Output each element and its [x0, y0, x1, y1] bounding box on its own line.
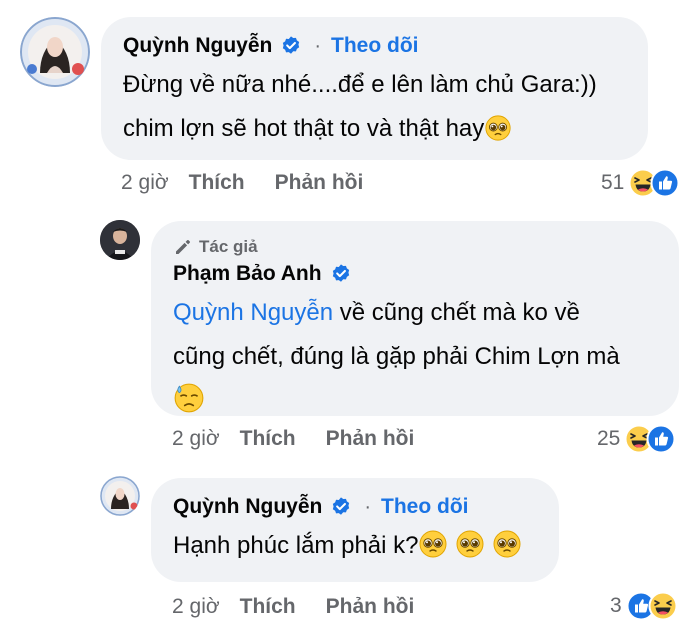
- reaction-count: 3: [610, 594, 622, 617]
- comment-line: cũng chết, đúng là gặp phải Chim Lợn mà: [173, 343, 620, 370]
- avatar[interactable]: [100, 220, 140, 260]
- like-icon: [650, 168, 680, 198]
- comment-time[interactable]: 2 giờ: [121, 171, 169, 195]
- like-button[interactable]: Thích: [189, 171, 245, 195]
- reply-button[interactable]: Phản hồi: [326, 427, 415, 451]
- comment-bubble: Quỳnh Nguyễn · Theo dõi Hạnh phúc lắm ph…: [151, 478, 559, 582]
- haha-icon: [648, 591, 678, 621]
- comment-bubble: Tác giả Phạm Bảo Anh Quỳnh Nguyễn về cũn…: [151, 221, 679, 416]
- verified-badge-icon: [280, 35, 302, 57]
- author-tag-label: Tác giả: [199, 237, 258, 256]
- like-icon: [646, 424, 676, 454]
- reaction-count: 51: [601, 171, 625, 194]
- comment-actions: 2 giờ Thích Phản hồi: [172, 424, 444, 454]
- comment-actions: 2 giờ Thích Phản hồi: [172, 592, 444, 622]
- comment-author[interactable]: Quỳnh Nguyễn: [123, 34, 272, 58]
- separator-dot: ·: [364, 495, 372, 518]
- comment-bubble: Quỳnh Nguyễn · Theo dõi Đừng về nữa nhé.…: [101, 17, 648, 160]
- reaction-summary[interactable]: 25: [597, 424, 676, 454]
- like-button[interactable]: Thích: [240, 595, 296, 619]
- comment-line: chim lợn sẽ hot thật to và thật hay: [123, 115, 485, 142]
- comment-author[interactable]: Phạm Bảo Anh: [173, 262, 322, 286]
- follow-button[interactable]: Theo dõi: [381, 495, 469, 519]
- sweat-face-icon: [173, 382, 205, 414]
- reply-button[interactable]: Phản hồi: [326, 595, 415, 619]
- comment-line: Đừng về nữa nhé....để e lên làm chủ Gara…: [123, 71, 597, 98]
- pleading-face-icon: [455, 529, 485, 559]
- comment-text: Quỳnh Nguyễn về cũng chết mà ko về cũng …: [173, 291, 657, 423]
- pleading-face-icon: [492, 529, 522, 559]
- follow-button[interactable]: Theo dõi: [331, 34, 419, 58]
- reaction-summary[interactable]: 51: [601, 168, 680, 198]
- verified-badge-icon: [330, 496, 352, 518]
- pleading-face-icon: [418, 529, 448, 559]
- reaction-summary[interactable]: 3: [610, 591, 678, 621]
- reaction-count: 25: [597, 427, 621, 450]
- comment-time[interactable]: 2 giờ: [172, 427, 220, 451]
- mention-link[interactable]: Quỳnh Nguyễn: [173, 299, 333, 326]
- pleading-face-icon: [484, 114, 512, 142]
- comment-line: Hạnh phúc lắm phải k?: [173, 532, 419, 559]
- comment-line: về cũng chết mà ko về: [333, 299, 580, 326]
- separator-dot: ·: [314, 34, 322, 57]
- author-tag: Tác giả: [173, 235, 657, 259]
- comment-text: Hạnh phúc lắm phải k?: [173, 524, 537, 568]
- comment-time[interactable]: 2 giờ: [172, 595, 220, 619]
- pencil-icon: [173, 237, 193, 257]
- comment-text: Đừng về nữa nhé....để e lên làm chủ Gara…: [123, 63, 626, 151]
- comment-actions: 2 giờ Thích Phản hồi: [121, 168, 393, 198]
- avatar[interactable]: [100, 476, 140, 516]
- like-button[interactable]: Thích: [240, 427, 296, 451]
- reply-button[interactable]: Phản hồi: [275, 171, 364, 195]
- verified-badge-icon: [330, 263, 352, 285]
- avatar[interactable]: [20, 17, 90, 87]
- comment-author[interactable]: Quỳnh Nguyễn: [173, 495, 322, 519]
